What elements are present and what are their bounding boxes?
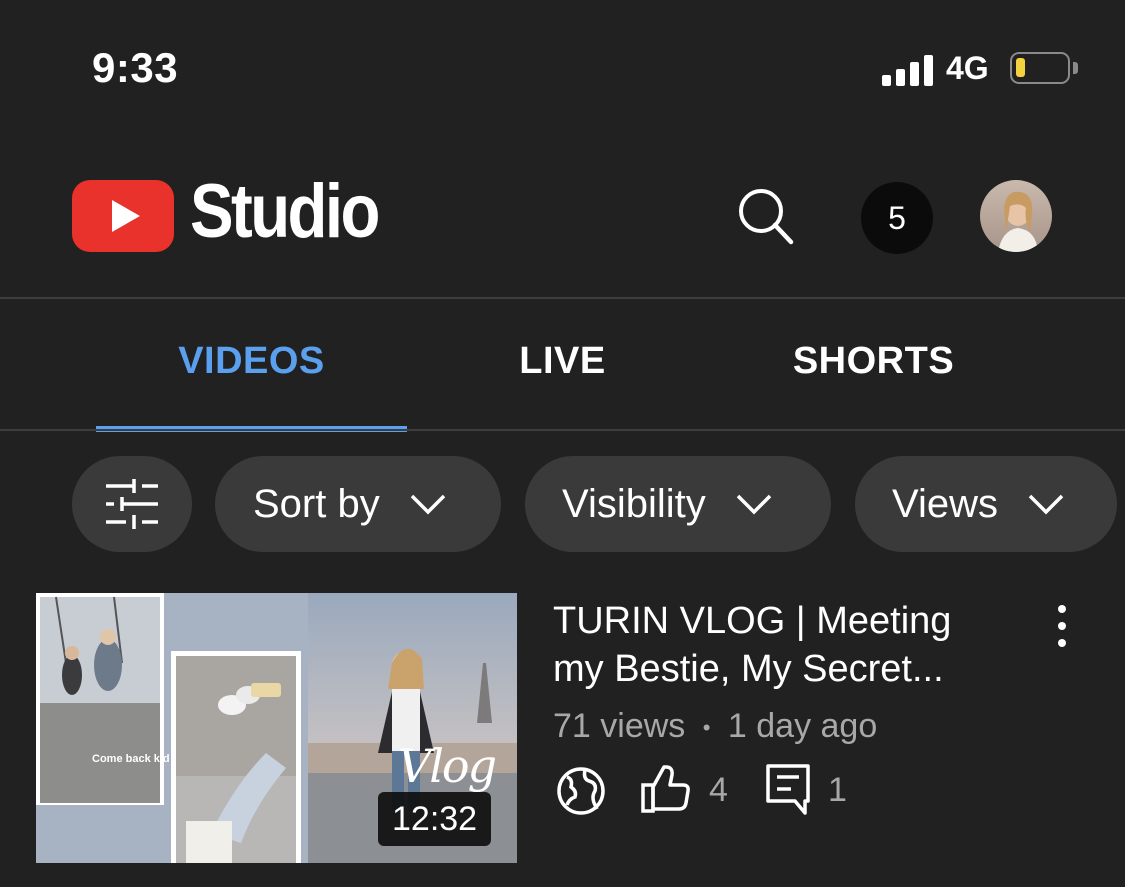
header-divider bbox=[0, 297, 1125, 299]
tab-live[interactable]: LIVE bbox=[407, 340, 718, 383]
avatar-image bbox=[980, 180, 1052, 252]
views-label: Views bbox=[892, 481, 998, 526]
video-list-item[interactable]: Come back kid Vlog 12:32 TURIN VLOG | Me… bbox=[0, 593, 1125, 865]
notification-badge[interactable]: 5 bbox=[861, 182, 933, 254]
thumbnail-script-text: Vlog bbox=[398, 739, 497, 793]
comment-icon[interactable] bbox=[765, 763, 811, 815]
filter-settings-button[interactable] bbox=[72, 456, 192, 552]
video-meta: 71 views • 1 day ago bbox=[553, 707, 877, 746]
battery-icon bbox=[1010, 52, 1070, 84]
content-tabs: VIDEOS LIVE SHORTS bbox=[0, 300, 1125, 432]
like-icon[interactable] bbox=[639, 763, 691, 815]
tab-videos[interactable]: VIDEOS bbox=[96, 340, 407, 383]
tabs-divider bbox=[0, 429, 1125, 431]
chevron-down-icon bbox=[1028, 494, 1064, 515]
avatar[interactable] bbox=[980, 180, 1052, 252]
sliders-icon bbox=[106, 479, 158, 529]
duration-badge: 12:32 bbox=[378, 792, 492, 846]
comment-count: 1 bbox=[828, 771, 847, 809]
sort-by-label: Sort by bbox=[253, 481, 380, 526]
video-title[interactable]: TURIN VLOG | Meeting my Bestie, My Secre… bbox=[553, 597, 1013, 693]
network-type: 4G bbox=[946, 50, 989, 86]
sort-by-chip[interactable]: Sort by bbox=[215, 456, 501, 552]
globe-icon bbox=[557, 767, 605, 815]
like-count: 4 bbox=[709, 771, 728, 809]
status-time: 9:33 bbox=[92, 44, 179, 91]
view-count: 71 views bbox=[553, 707, 686, 745]
video-stats: 4 1 bbox=[553, 763, 953, 819]
filter-row: Sort by Visibility Views bbox=[0, 456, 1125, 552]
views-chip[interactable]: Views bbox=[855, 456, 1117, 552]
video-thumbnail[interactable]: Come back kid Vlog 12:32 bbox=[36, 593, 517, 863]
cellular-signal-icon bbox=[882, 54, 934, 86]
more-options-icon[interactable] bbox=[1046, 601, 1078, 651]
app-title: Studio bbox=[190, 169, 380, 254]
video-title-line-1: TURIN VLOG | Meeting bbox=[553, 600, 952, 642]
visibility-label: Visibility bbox=[562, 481, 706, 526]
chevron-down-icon bbox=[736, 494, 771, 515]
app-header: Studio 5 bbox=[0, 140, 1125, 298]
upload-age: 1 day ago bbox=[727, 707, 878, 745]
meta-separator: • bbox=[702, 715, 711, 741]
status-bar: 9:33 4G bbox=[0, 0, 1125, 140]
battery-tip bbox=[1073, 62, 1078, 74]
youtube-logo-icon[interactable] bbox=[72, 180, 174, 252]
search-icon[interactable] bbox=[734, 184, 798, 248]
tab-shorts[interactable]: SHORTS bbox=[718, 340, 1029, 383]
visibility-chip[interactable]: Visibility bbox=[525, 456, 831, 552]
video-title-line-2: my Bestie, My Secret... bbox=[553, 648, 944, 690]
thumbnail-caption: Come back kid bbox=[92, 753, 170, 765]
chevron-down-icon bbox=[410, 494, 445, 515]
